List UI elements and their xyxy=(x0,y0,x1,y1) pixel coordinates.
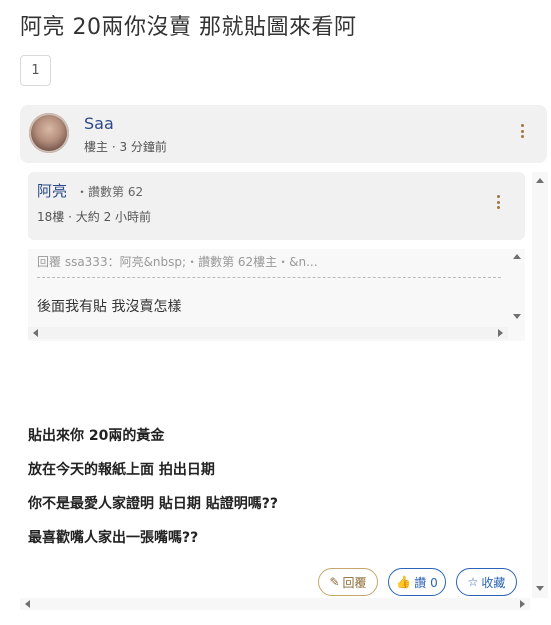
op-role: 樓主 xyxy=(84,140,109,154)
reply-body-line: 放在今天的報紙上面 拍出日期 xyxy=(28,462,215,478)
favorite-button-label: 收藏 xyxy=(481,575,506,590)
like-button[interactable]: 👍 讚 0 xyxy=(388,568,446,596)
reply-author-name[interactable]: 阿亮 xyxy=(37,180,67,201)
thread-title: 阿亮 20兩你沒賣 那就貼圖來看阿 xyxy=(20,15,357,40)
scroll-up-icon[interactable] xyxy=(513,254,521,259)
meta-separator: · xyxy=(68,210,76,224)
more-options-icon[interactable] xyxy=(517,124,527,138)
op-time: 3 分鐘前 xyxy=(119,140,167,154)
scroll-right-icon[interactable] xyxy=(498,329,503,337)
scroll-left-icon[interactable] xyxy=(33,329,38,337)
favorite-button[interactable]: ☆ 收藏 xyxy=(456,568,517,596)
scroll-down-icon[interactable] xyxy=(536,586,544,591)
page-button-1[interactable]: 1 xyxy=(20,55,51,86)
scroll-up-icon[interactable] xyxy=(536,178,544,183)
reply-body-line: 最喜歡嘴人家出一張嘴嗎?? xyxy=(28,530,199,546)
thumbs-up-icon: 👍 xyxy=(396,575,412,589)
vertical-scrollbar[interactable] xyxy=(532,172,548,598)
scroll-right-icon[interactable] xyxy=(520,600,525,608)
reply-header: 阿亮 ・讚數第 62 18樓 · 大約 2 小時前 xyxy=(28,172,525,240)
reply-button[interactable]: ✎ 回覆 xyxy=(318,568,378,596)
avatar[interactable] xyxy=(29,113,69,153)
quote-reference: 回覆 ssa333：阿亮&nbsp;・讚數第 62樓主・&n... xyxy=(37,253,501,278)
reply-container: 阿亮 ・讚數第 62 18樓 · 大約 2 小時前 回覆 ssa333：阿亮&n… xyxy=(28,172,548,614)
horizontal-scrollbar[interactable] xyxy=(20,598,530,610)
pencil-icon: ✎ xyxy=(329,575,340,589)
scroll-left-icon[interactable] xyxy=(25,600,30,608)
reply-button-label: 回覆 xyxy=(342,575,367,590)
scroll-down-icon[interactable] xyxy=(513,314,521,319)
quote-vertical-scrollbar[interactable] xyxy=(509,249,525,327)
op-author-name[interactable]: Saa xyxy=(84,114,114,133)
star-icon: ☆ xyxy=(467,575,479,589)
reply-meta: 18樓 · 大約 2 小時前 xyxy=(37,208,151,225)
reply-body: 貼出來你 20兩的黃金 放在今天的報紙上面 拍出日期 你不是最愛人家證明 貼日期… xyxy=(28,425,278,561)
reply-floor: 18樓 xyxy=(37,210,65,224)
quote-horizontal-scrollbar[interactable] xyxy=(28,327,508,339)
op-header-card: Saa 樓主 · 3 分鐘前 xyxy=(20,105,547,163)
like-button-label: 讚 0 xyxy=(414,575,438,590)
op-meta: 樓主 · 3 分鐘前 xyxy=(84,138,167,155)
reply-author-rank: ・讚數第 62 xyxy=(76,185,144,199)
reply-body-line: 你不是最愛人家證明 貼日期 貼證明嗎?? xyxy=(28,496,278,512)
quote-text: 後面我有貼 我沒賣怎樣 xyxy=(37,299,182,315)
reply-time: 大約 2 小時前 xyxy=(75,210,152,224)
reply-body-line: 貼出來你 20兩的黃金 xyxy=(28,428,165,444)
reply-more-options-icon[interactable] xyxy=(493,195,503,209)
